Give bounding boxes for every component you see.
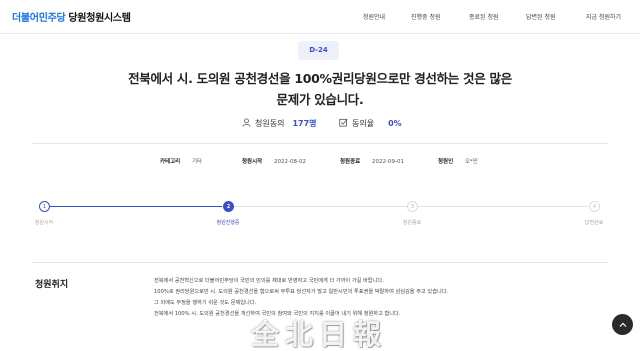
step-3-label: 청원종료 <box>402 220 422 226</box>
meta-category: 카테고리 기타 <box>160 157 202 165</box>
step-4-circle: 4 <box>589 201 600 212</box>
category-label: 카테고리 <box>160 159 181 165</box>
rate-value: 0% <box>388 119 402 128</box>
author-label: 청원인 <box>438 159 454 165</box>
step-2-label: 청원진행중 <box>216 220 240 226</box>
category-value: 기타 <box>192 159 203 165</box>
step-2-circle: 2 <box>223 201 234 212</box>
start-label: 청원시작 <box>242 159 263 165</box>
meta-end: 청원종료 2022-09-01 <box>340 157 404 165</box>
meta-start: 청원시작 2022-08-02 <box>242 157 306 165</box>
step-3-circle: 3 <box>407 201 418 212</box>
step-1-circle: 1 <box>39 201 50 212</box>
nav-guide[interactable]: 청원안내 <box>363 12 385 21</box>
petition-title: 전북에서 시. 도의원 공천경선을 100%권리당원으로만 경선하는 것은 많은… <box>100 68 540 110</box>
nav-create[interactable]: 지금 청원하기 <box>586 12 621 21</box>
person-icon <box>242 118 251 129</box>
nav-ongoing[interactable]: 진행중 청원 <box>411 12 441 21</box>
petition-title-line2: 문제가 있습니다. <box>276 92 364 107</box>
nav-closed[interactable]: 종료된 청원 <box>469 12 499 21</box>
meta-author: 청원인 오*민 <box>438 157 478 165</box>
nav-answered[interactable]: 답변된 청원 <box>526 12 556 21</box>
agree-value: 177명 <box>292 119 317 128</box>
step-4-label: 답변완료 <box>584 220 604 226</box>
site-header: 더불어민주당 당원청원시스템 청원안내 진행중 청원 종료된 청원 답변된 청원 … <box>0 0 640 34</box>
rate-label: 동의율 <box>352 119 375 128</box>
body-line: 전북에서 공천혁신으로 더불어민주당이 국민의 민의를 제대로 반영하고 국민에… <box>154 278 384 284</box>
body-line: 그 외에도 부정을 행하기 쉬운 것도 문제입니다. <box>154 300 257 306</box>
divider <box>32 143 608 144</box>
agree-label: 청원동의 <box>255 119 285 128</box>
author-value: 오*민 <box>464 159 478 165</box>
divider <box>32 262 608 263</box>
start-value: 2022-08-02 <box>274 159 306 165</box>
site-logo[interactable]: 더불어민주당 당원청원시스템 <box>12 9 131 24</box>
dday-badge: D-24 <box>298 41 339 60</box>
agree-count-stat: 청원동의 177명 <box>242 118 317 132</box>
section-title: 청원취지 <box>35 280 69 290</box>
logo-system-name: 당원청원시스템 <box>68 13 131 24</box>
scroll-top-button[interactable] <box>612 314 633 335</box>
step-1-label: 청원시작 <box>34 220 54 226</box>
agree-rate-stat: 동의율 0% <box>339 118 402 132</box>
body-line: 100%로 권리당원으로만 시. 도의원 공천경선을 함으로써 무투표 당선자가… <box>154 289 449 295</box>
newspaper-watermark: 全北日報 <box>251 318 388 351</box>
step-line-done <box>50 206 222 207</box>
checkbox-icon <box>339 118 348 129</box>
end-value: 2022-09-01 <box>372 159 404 165</box>
chevron-up-icon <box>619 322 626 327</box>
end-label: 청원종료 <box>340 159 361 165</box>
petition-title-line1: 전북에서 시. 도의원 공천경선을 100%권리당원으로만 경선하는 것은 많은 <box>128 71 512 86</box>
logo-party-name: 더불어민주당 <box>12 13 66 24</box>
